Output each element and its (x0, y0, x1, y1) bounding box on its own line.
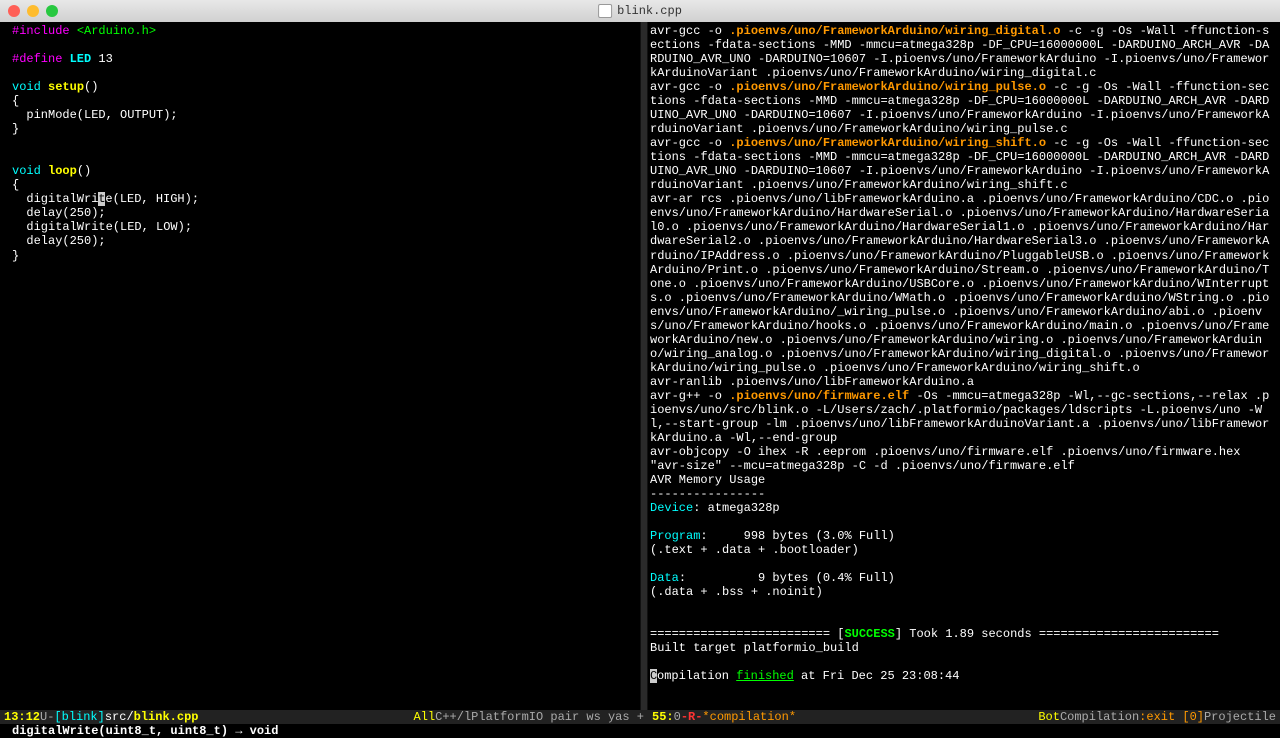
close-icon[interactable] (8, 5, 20, 17)
window-title: blink.cpp (598, 4, 682, 18)
window-controls (8, 5, 58, 17)
file-icon (598, 4, 612, 18)
modeline-right: 55: 0 -R- *compilation* Bot Compilation … (648, 710, 1280, 724)
compilation-output[interactable]: avr-gcc -o .pioenvs/uno/FrameworkArduino… (648, 22, 1280, 710)
modeline-left: 13:12 U - [blink] src/ blink.cpp All C++… (0, 710, 648, 724)
minimize-icon[interactable] (27, 5, 39, 17)
modeline-row: 13:12 U - [blink] src/ blink.cpp All C++… (0, 710, 1280, 724)
minibuffer: digitalWrite(uint8_t, uint8_t) → void (0, 724, 1280, 738)
titlebar: blink.cpp (0, 0, 1280, 22)
code-editor[interactable]: #include <Arduino.h> #define LED 13 void… (0, 22, 640, 710)
split-divider[interactable] (640, 22, 648, 710)
maximize-icon[interactable] (46, 5, 58, 17)
